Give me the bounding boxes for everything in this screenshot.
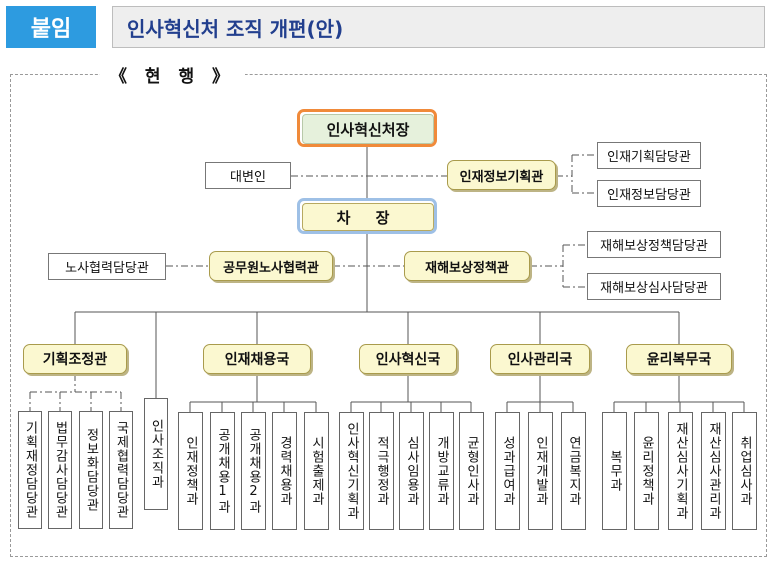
compensation-officer-box: 재해보상정책관 (404, 251, 530, 281)
bureau-personnel-innovation: 인사혁신국 (359, 344, 457, 374)
unit-box: 재산심사관리과 (701, 412, 726, 530)
unit-label: 시험출제과 (309, 436, 324, 506)
vice-minister-box: 차 장 (297, 198, 437, 234)
minister-label: 인사혁신처장 (302, 114, 434, 144)
unit-label: 균형인사과 (464, 436, 479, 506)
bureau-ethics-service: 윤리복무국 (626, 344, 732, 374)
unit-box: 윤리정책과 (634, 412, 659, 530)
unit-label: 윤리정책과 (639, 436, 654, 506)
unit-box: 인사혁신기획과 (339, 412, 364, 530)
unit-box: 연금복지과 (561, 412, 586, 530)
unit-label: 공개채용2과 (246, 428, 261, 514)
unit-label: 재산심사기획과 (673, 422, 688, 520)
unit-label: 국제협력담당관 (113, 421, 129, 519)
compensation-subunit-1: 재해보상정책담당관 (587, 231, 721, 258)
planning-subunit-2: 인재정보담당관 (597, 180, 701, 207)
unit-box: 기획재정담당관 (18, 411, 42, 529)
planning-subunit-1: 인재기획담당관 (597, 142, 701, 169)
unit-box: 시험출제과 (304, 412, 329, 530)
labor-officer-box: 공무원노사협력관 (209, 251, 333, 281)
unit-label: 정보화담당관 (83, 428, 99, 512)
unit-box: 적극행정과 (369, 412, 394, 530)
unit-label: 복무과 (607, 450, 622, 492)
unit-box: 공개채용2과 (241, 412, 266, 530)
labor-subunit-box: 노사협력담당관 (48, 253, 166, 280)
bureau-talent-recruitment: 인재채용국 (203, 344, 311, 374)
unit-label: 인사혁신기획과 (344, 422, 359, 520)
unit-label: 취업심사과 (737, 436, 752, 506)
unit-label: 법무감사담당관 (52, 421, 68, 519)
minister-box: 인사혁신처장 (297, 109, 437, 147)
unit-label: 개방교류과 (434, 436, 449, 506)
unit-box: 정보화담당관 (79, 411, 103, 529)
bureau-personnel-management: 인사관리국 (490, 344, 590, 374)
unit-box: 개방교류과 (429, 412, 454, 530)
spokesperson-box: 대변인 (205, 162, 291, 189)
unit-label: 심사임용과 (404, 436, 419, 506)
unit-box: 균형인사과 (459, 412, 484, 530)
compensation-subunit-2: 재해보상심사담당관 (587, 273, 721, 300)
unit-box: 인재개발과 (528, 412, 553, 530)
unit-box: 복무과 (602, 412, 627, 530)
unit-label: 적극행정과 (374, 436, 389, 506)
planning-officer-box: 인재정보기획관 (447, 160, 556, 190)
unit-box: 심사임용과 (399, 412, 424, 530)
unit-label: 공개채용1과 (215, 428, 230, 514)
unit-label: 재산심사관리과 (706, 422, 721, 520)
unit-label: 연금복지과 (566, 436, 581, 506)
unit-box: 성과급여과 (495, 412, 520, 530)
unit-box: 국제협력담당관 (109, 411, 133, 529)
vice-minister-label: 차 장 (302, 203, 434, 231)
unit-box: 재산심사기획과 (668, 412, 693, 530)
unit-label: 인사조직과 (148, 419, 164, 489)
unit-box: 경력채용과 (272, 412, 297, 530)
unit-label: 인재정책과 (183, 436, 198, 506)
unit-box: 취업심사과 (732, 412, 757, 530)
unit-box-standalone: 인사조직과 (144, 398, 168, 510)
unit-box: 공개채용1과 (210, 412, 235, 530)
unit-box: 인재정책과 (178, 412, 203, 530)
bureau-planning-coordination: 기획조정관 (23, 344, 127, 374)
unit-label: 경력채용과 (277, 436, 292, 506)
unit-label: 인재개발과 (533, 436, 548, 506)
unit-label: 기획재정담당관 (22, 421, 38, 519)
unit-box: 법무감사담당관 (48, 411, 72, 529)
unit-label: 성과급여과 (500, 436, 515, 506)
